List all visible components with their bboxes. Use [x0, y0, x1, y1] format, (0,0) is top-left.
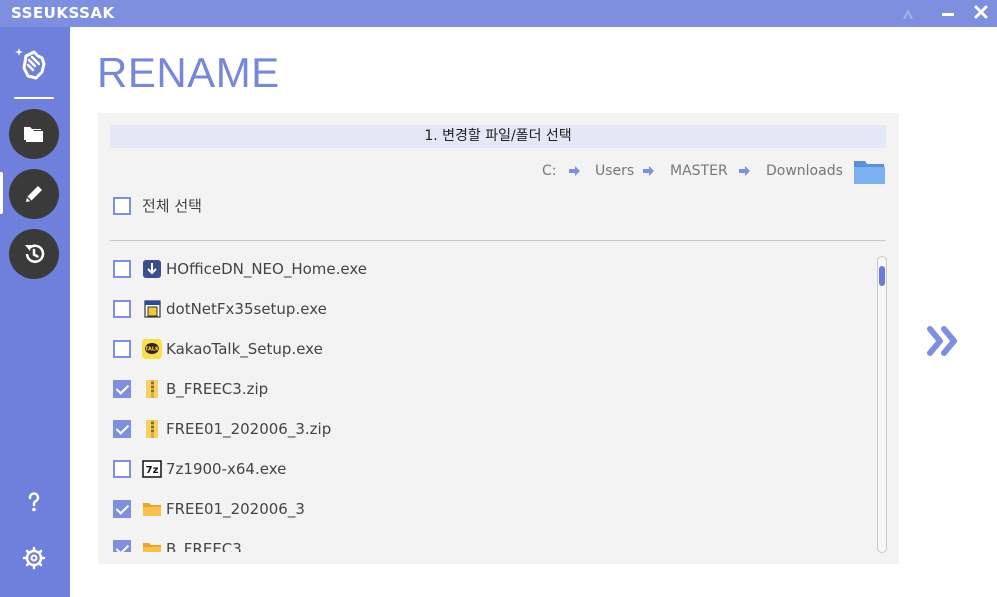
help-icon[interactable] [21, 489, 47, 515]
file-name: 7z1900-x64.exe [166, 460, 287, 478]
gear-icon[interactable] [21, 545, 47, 571]
file-row[interactable]: FREE01_202006_3.zip [98, 408, 878, 448]
panel-header: 1. 변경할 파일/폴더 선택 [110, 125, 886, 148]
sidebar-item-history[interactable] [9, 229, 59, 279]
magic-hand-icon[interactable] [14, 44, 52, 82]
zip-icon [146, 380, 158, 398]
file-row[interactable]: TALK KakaoTalk_Setup.exe [98, 328, 878, 368]
page-title: RENAME [97, 49, 280, 96]
file-name: B_FREEC3.zip [166, 380, 269, 398]
file-row[interactable]: FREE01_202006_3 [98, 488, 878, 528]
sidebar-item-folder[interactable] [9, 109, 59, 159]
path-segment-downloads[interactable]: Downloads [766, 163, 843, 180]
file-name: KakaoTalk_Setup.exe [166, 340, 323, 358]
path-segment-users[interactable]: Users [595, 163, 634, 180]
file-checkbox[interactable] [113, 340, 131, 358]
sidebar-active-indicator [0, 172, 3, 214]
file-row[interactable]: HOfficeDN_NEO_Home.exe [98, 248, 878, 288]
file-row[interactable]: B_FREEC3.zip [98, 368, 878, 408]
history-icon [25, 244, 45, 263]
file-checkbox[interactable] [113, 460, 131, 478]
browse-folder-icon[interactable] [853, 158, 886, 185]
file-checkbox[interactable] [113, 260, 131, 278]
file-name: FREE01_202006_3.zip [166, 420, 332, 438]
file-name: B_FREEC3 [166, 540, 242, 552]
file-checkbox[interactable] [113, 420, 131, 438]
minimize-button[interactable] [937, 3, 959, 23]
arrow-right-icon [739, 166, 750, 176]
zip-icon [146, 420, 158, 438]
file-row[interactable]: 7z 7z1900-x64.exe [98, 448, 878, 488]
7zip-icon: 7z [142, 460, 162, 478]
select-all-label: 전체 선택 [142, 197, 202, 215]
scrollbar-thumb[interactable] [879, 266, 885, 286]
kakaotalk-icon: TALK [142, 339, 162, 359]
pencil-icon [26, 186, 42, 202]
double-chevron-right-icon[interactable] [926, 325, 966, 357]
arrow-right-icon [643, 166, 654, 176]
sidebar-separator [14, 97, 54, 99]
divider [110, 240, 886, 241]
path-segment-drive[interactable]: C: [542, 163, 557, 180]
file-list[interactable]: HOfficeDN_NEO_Home.exe dotNetFx35setup.e… [98, 248, 878, 552]
svg-text:7z: 7z [146, 465, 159, 476]
title-bar[interactable]: SSEUKSSAK [0, 0, 997, 27]
svg-text:TALK: TALK [145, 347, 160, 353]
file-checkbox[interactable] [113, 500, 131, 518]
select-all-checkbox[interactable] [113, 197, 131, 215]
file-select-panel: 1. 변경할 파일/폴더 선택 C: Users MASTER Download… [98, 113, 899, 564]
file-checkbox[interactable] [113, 540, 131, 552]
sidebar [0, 27, 70, 597]
file-name: dotNetFx35setup.exe [166, 300, 327, 318]
folder-icon [24, 127, 43, 142]
close-button[interactable] [970, 3, 992, 23]
path-segment-master[interactable]: MASTER [670, 163, 728, 180]
file-name: HOfficeDN_NEO_Home.exe [166, 260, 368, 278]
file-name: FREE01_202006_3 [166, 500, 305, 518]
arrow-right-icon [569, 166, 580, 176]
app-title: SSEUKSSAK [11, 4, 115, 22]
folder-icon [143, 543, 161, 552]
download-app-icon [143, 260, 161, 278]
file-row[interactable]: dotNetFx35setup.exe [98, 288, 878, 328]
file-row[interactable]: B_FREEC3 [98, 528, 878, 552]
file-checkbox[interactable] [113, 300, 131, 318]
installer-icon [144, 300, 161, 318]
file-checkbox[interactable] [113, 380, 131, 398]
file-list-scrollbar[interactable] [877, 256, 887, 553]
sidebar-item-rename[interactable] [9, 169, 59, 219]
drive-icon[interactable] [897, 3, 919, 23]
folder-icon [143, 503, 161, 516]
